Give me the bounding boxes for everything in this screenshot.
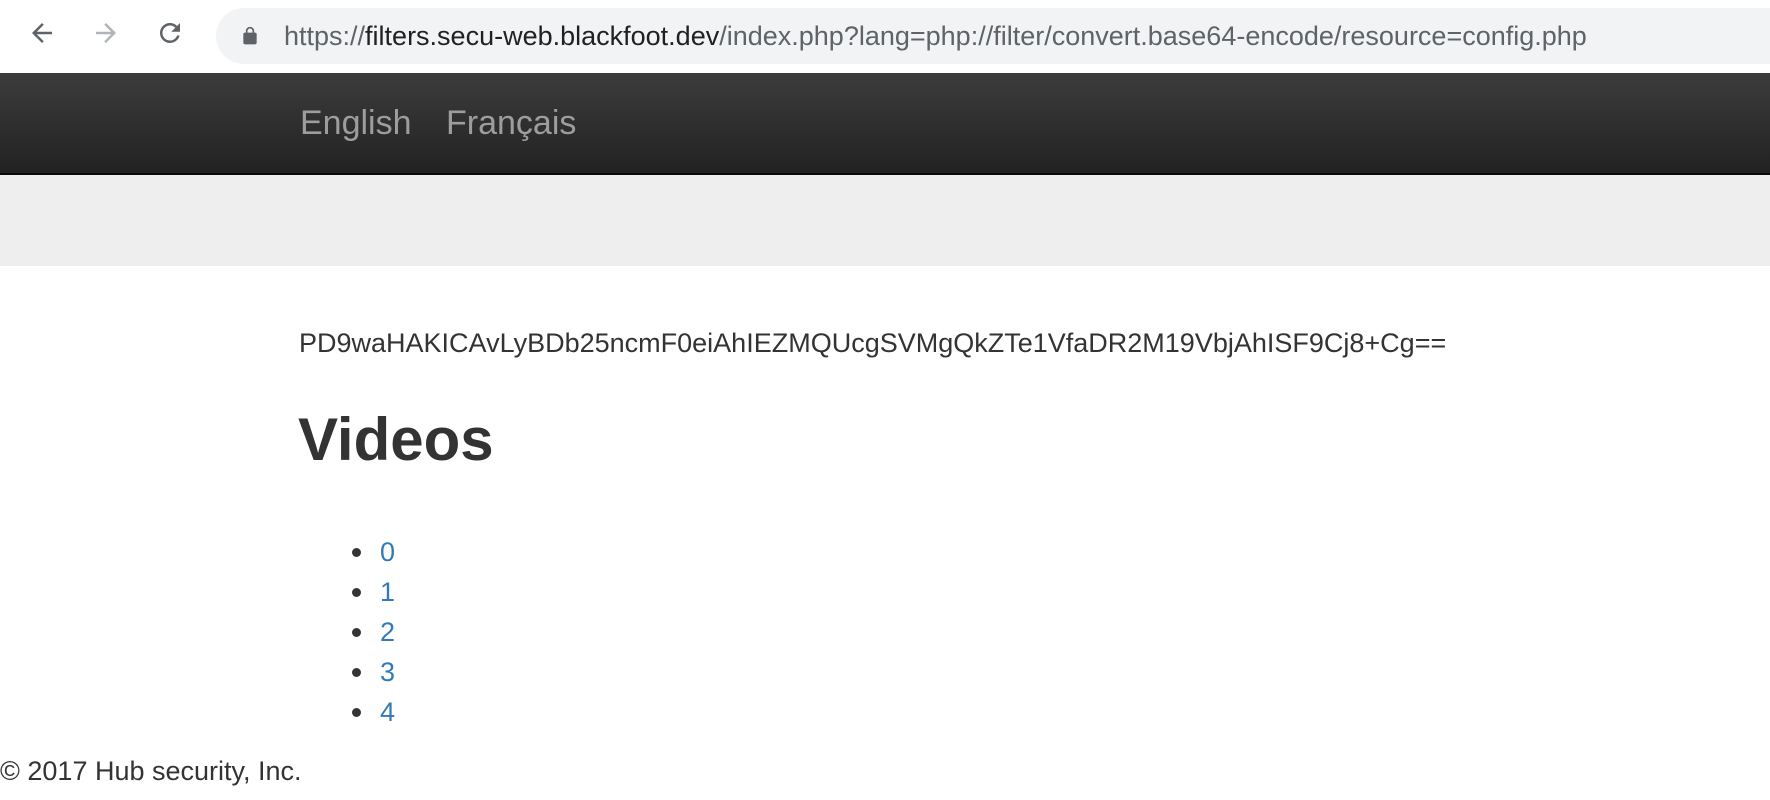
list-item: 4: [352, 692, 395, 732]
video-link-4[interactable]: 4: [380, 697, 395, 727]
footer-copyright: © 2017 Hub security, Inc.: [0, 756, 302, 786]
bullet-icon: [352, 588, 361, 597]
jumbotron-band: [0, 175, 1770, 266]
video-link-0[interactable]: 0: [380, 537, 395, 567]
nav-link-english[interactable]: English: [300, 73, 412, 173]
page-title: Videos: [298, 406, 494, 473]
reload-icon: [159, 22, 180, 43]
list-item: 0: [352, 532, 395, 572]
forward-button[interactable]: [88, 15, 124, 51]
browser-toolbar: https://filters.secu-web.blackfoot.dev/i…: [0, 0, 1770, 72]
video-list: 0 1 2 3 4: [352, 532, 395, 732]
nav-link-francais[interactable]: Français: [446, 73, 576, 173]
video-link-2[interactable]: 2: [380, 617, 395, 647]
url-host: filters.secu-web.blackfoot.dev: [365, 21, 720, 51]
back-button[interactable]: [24, 15, 60, 51]
site-navbar: English Français: [0, 73, 1770, 175]
list-item: 3: [352, 652, 395, 692]
lock-icon: [243, 26, 257, 45]
list-item: 2: [352, 612, 395, 652]
bullet-icon: [352, 628, 361, 637]
url-text[interactable]: https://filters.secu-web.blackfoot.dev/i…: [284, 8, 1587, 64]
arrow-left-icon: [32, 23, 52, 43]
bullet-icon: [352, 668, 361, 677]
video-link-3[interactable]: 3: [380, 657, 395, 687]
url-path: /index.php?lang=php://filter/convert.bas…: [719, 21, 1587, 51]
bullet-icon: [352, 708, 361, 717]
reload-button[interactable]: [152, 15, 188, 51]
address-bar[interactable]: https://filters.secu-web.blackfoot.dev/i…: [216, 8, 1770, 64]
encoded-output-text: PD9waHAKICAvLyBDb25ncmF0eiAhIEZMQUcgSVMg…: [299, 328, 1447, 358]
list-item: 1: [352, 572, 395, 612]
url-scheme: https://: [284, 21, 366, 51]
arrow-right-icon: [96, 23, 116, 43]
bullet-icon: [352, 548, 361, 557]
video-link-1[interactable]: 1: [380, 577, 395, 607]
